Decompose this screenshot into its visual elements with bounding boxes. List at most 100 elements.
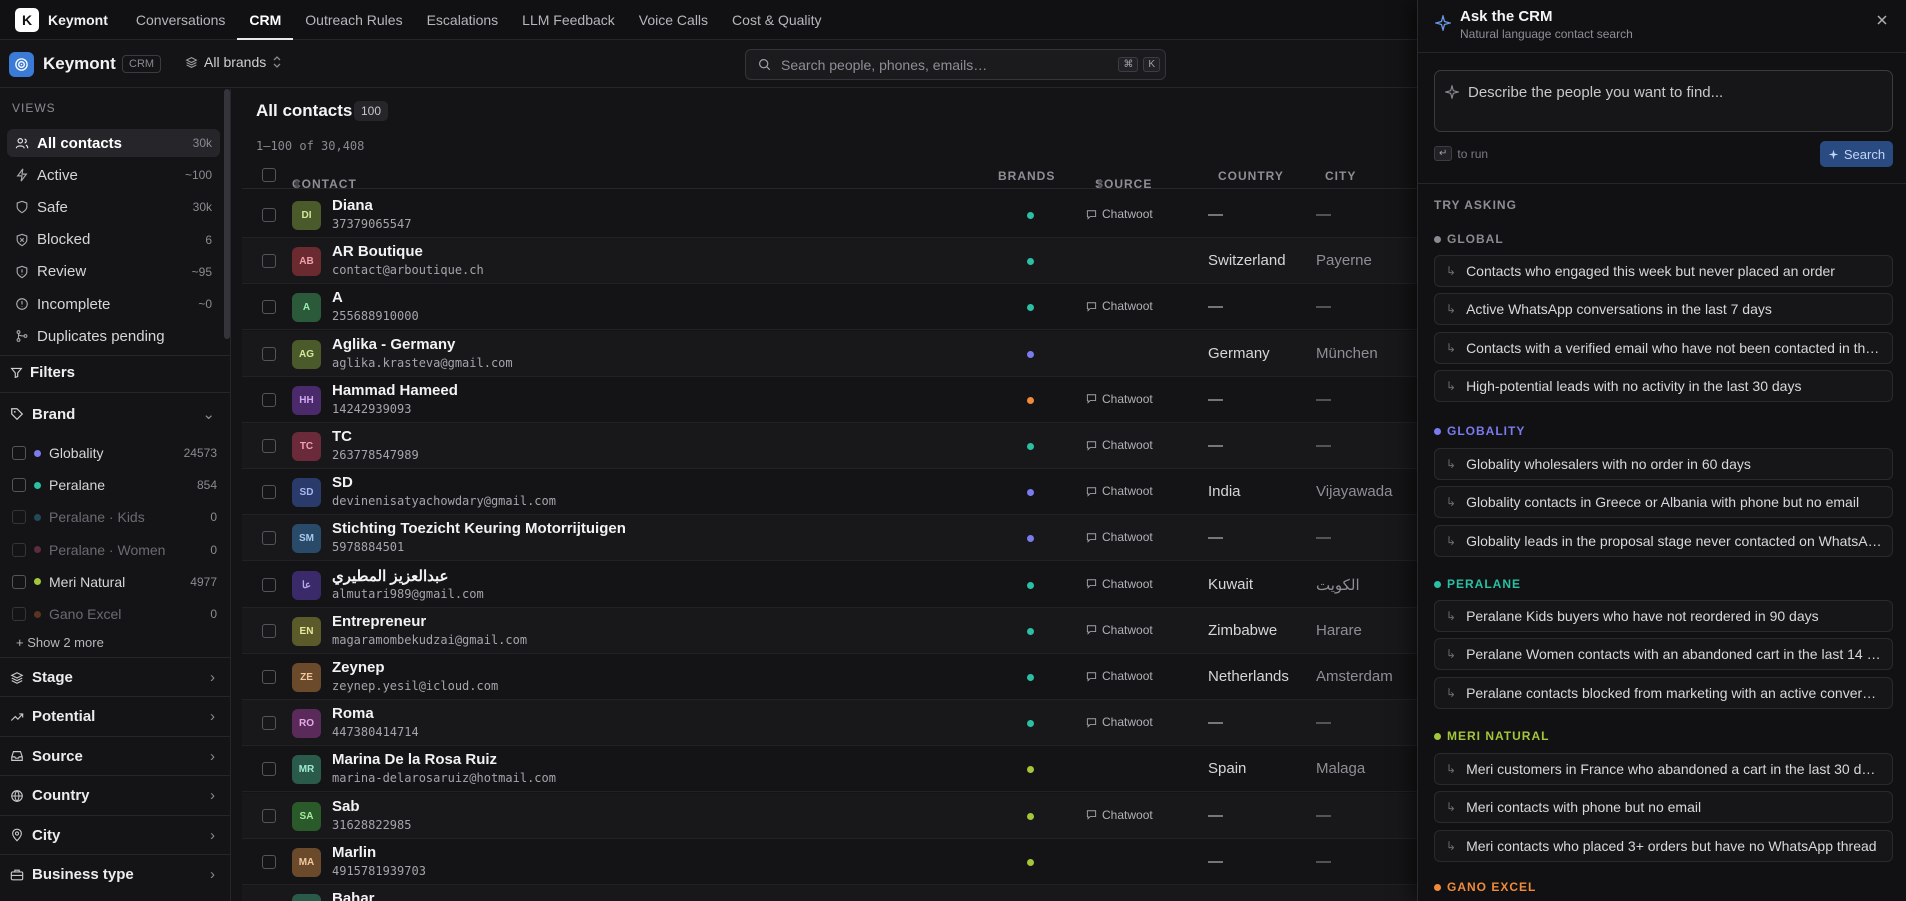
brand-checkbox[interactable] <box>12 574 26 589</box>
contact-name[interactable]: AR Boutique <box>332 243 423 260</box>
tab-llm-feedback[interactable]: LLM Feedback <box>510 0 627 40</box>
brand-filter-header[interactable]: Brand ⌄ <box>10 405 215 423</box>
row-checkbox[interactable] <box>262 208 276 222</box>
tab-escalations[interactable]: Escalations <box>415 0 511 40</box>
sidebar-item-all-contacts[interactable]: All contacts 30k <box>7 129 220 157</box>
global-search[interactable]: Search people, phones, emails… ⌘ K <box>745 49 1166 80</box>
contact-name[interactable]: Marlin <box>332 844 376 861</box>
sidebar-item-active[interactable]: Active ~100 <box>7 161 220 189</box>
contact-name[interactable]: TC <box>332 428 352 445</box>
contact-name[interactable]: Stichting Toezicht Keuring Motorrijtuige… <box>332 520 626 537</box>
contact-name[interactable]: Roma <box>332 705 374 722</box>
sidebar-scrollbar[interactable] <box>224 89 230 339</box>
show-more-button[interactable]: + Show 2 more <box>16 635 104 650</box>
table-row[interactable]: BA Bahar <box>242 885 1417 901</box>
contact-name[interactable]: Sab <box>332 798 360 815</box>
filters-header[interactable]: Filters <box>10 364 75 381</box>
close-icon[interactable] <box>1876 14 1888 26</box>
contact-name[interactable]: Bahar <box>332 890 375 901</box>
brand-checkbox[interactable] <box>12 446 26 460</box>
col-country[interactable]: COUNTRY <box>1218 169 1284 183</box>
sidebar-item-safe[interactable]: Safe 30k <box>7 193 220 221</box>
suggestion-item[interactable]: ↳ Contacts with a verified email who have… <box>1434 331 1893 364</box>
contact-name[interactable]: Zeynep <box>332 659 385 676</box>
row-checkbox[interactable] <box>262 577 276 592</box>
filter-stage[interactable]: Stage › <box>10 669 215 686</box>
table-row[interactable]: AG Aglika - Germany aglika.krasteva@gmail.… <box>242 330 1417 377</box>
contact-name[interactable]: عبدالعزيز المطيري <box>332 567 448 585</box>
suggestion-item[interactable]: ↳ Peralane Kids buyers who have not reord… <box>1434 600 1893 632</box>
ask-input[interactable]: Describe the people you want to find... <box>1434 70 1893 132</box>
brand-filter-item[interactable]: Globality 24573 <box>12 441 217 465</box>
row-checkbox[interactable] <box>262 623 276 638</box>
row-checkbox[interactable] <box>262 392 276 407</box>
suggestion-item[interactable]: ↳ Active WhatsApp conversations in the la… <box>1434 293 1893 326</box>
tab-crm[interactable]: CRM <box>237 0 294 40</box>
filter-country[interactable]: Country › <box>10 787 215 804</box>
brand-checkbox[interactable] <box>12 478 26 493</box>
tab-outreach-rules[interactable]: Outreach Rules <box>293 0 414 40</box>
app-brand[interactable]: Keymont <box>48 12 108 28</box>
contact-name[interactable]: Entrepreneur <box>332 613 426 630</box>
brand-filter-item[interactable]: Peralane · Kids 0 <box>12 505 217 529</box>
brand-checkbox[interactable] <box>12 607 26 621</box>
suggestion-item[interactable]: ↳ Contacts who engaged this week but neve… <box>1434 255 1893 287</box>
sidebar-item-review[interactable]: Review ~95 <box>7 258 220 286</box>
suggestion-item[interactable]: ↳ Globality contacts in Greece or Albania… <box>1434 486 1893 519</box>
sidebar-item-incomplete[interactable]: Incomplete ~0 <box>7 290 220 318</box>
brand-filter-item[interactable]: Meri Natural 4977 <box>12 570 217 594</box>
table-row[interactable]: RO Roma 447380414714 Chatwoot — — <box>242 700 1417 747</box>
tab-conversations[interactable]: Conversations <box>124 0 238 40</box>
suggestion-item[interactable]: ↳ Globality leads in the proposal stage n… <box>1434 524 1893 557</box>
contact-name[interactable]: A <box>332 289 343 306</box>
row-checkbox[interactable] <box>262 716 276 731</box>
table-row[interactable]: EN Entrepreneur magaramombekudzai@gmail.co… <box>242 607 1417 654</box>
row-checkbox[interactable] <box>262 854 276 869</box>
row-checkbox[interactable] <box>262 485 276 500</box>
contact-name[interactable]: Diana <box>332 197 373 214</box>
filter-city[interactable]: City › <box>10 827 215 844</box>
suggestion-item[interactable]: ↳ High-potential leads with no activity i… <box>1434 370 1893 403</box>
suggestion-item[interactable]: ↳ Peralane contacts blocked from marketin… <box>1434 676 1893 709</box>
row-checkbox[interactable] <box>262 254 276 269</box>
sidebar-item-blocked[interactable]: Blocked 6 <box>7 226 220 254</box>
table-row[interactable]: MR Marina De la Rosa Ruiz marina-delarosar… <box>242 746 1417 793</box>
tab-voice-calls[interactable]: Voice Calls <box>627 0 720 40</box>
row-checkbox[interactable] <box>262 762 276 777</box>
table-row[interactable]: TC TC 263778547989 Chatwoot — — <box>242 423 1417 469</box>
suggestion-item[interactable]: ↳ Peralane Women contacts with an abandon… <box>1434 638 1893 671</box>
table-row[interactable]: عا عبدالعزيز المطيري almutari989@gmail.com… <box>242 562 1417 608</box>
row-checkbox[interactable] <box>262 300 276 315</box>
col-city[interactable]: CITY <box>1325 169 1356 183</box>
ask-search-button[interactable]: Search <box>1820 141 1893 167</box>
select-all-checkbox[interactable] <box>262 168 276 182</box>
table-row[interactable]: ZE Zeynep zeynep.yesil@icloud.com Chatwoot N… <box>242 654 1417 700</box>
table-row[interactable]: MA Marlin 4915781939703 — — <box>242 839 1417 885</box>
suggestion-item[interactable]: ↳ Meri contacts who placed 3+ orders but … <box>1434 829 1893 862</box>
row-checkbox[interactable] <box>262 670 276 684</box>
table-row[interactable]: DI Diana 37379065547 Chatwoot — — <box>242 192 1417 238</box>
suggestion-item[interactable]: ↳ Globality wholesalers with no order in … <box>1434 448 1893 480</box>
keymont-logo[interactable]: K <box>15 7 39 32</box>
tab-cost-quality[interactable]: Cost & Quality <box>720 0 833 40</box>
brand-filter-item[interactable]: Peralane · Women 0 <box>12 538 217 562</box>
filter-business-type[interactable]: Business type › <box>10 866 215 883</box>
row-checkbox[interactable] <box>262 808 276 823</box>
contact-name[interactable]: SD <box>332 474 353 491</box>
table-row[interactable]: AB AR Boutique contact@arboutique.ch Switze… <box>242 238 1417 285</box>
filter-source[interactable]: Source › <box>10 748 215 765</box>
brand-selector[interactable]: All brands <box>185 54 282 70</box>
search-input[interactable]: Search people, phones, emails… <box>781 57 1118 73</box>
row-checkbox[interactable] <box>262 439 276 453</box>
contact-name[interactable]: Marina De la Rosa Ruiz <box>332 751 497 768</box>
brand-checkbox[interactable] <box>12 542 26 557</box>
table-row[interactable]: HH Hammad Hameed 14242939093 Chatwoot — — <box>242 377 1417 423</box>
table-row[interactable]: SM Stichting Toezicht Keuring Motorrijtui… <box>242 515 1417 562</box>
row-checkbox[interactable] <box>262 346 276 361</box>
brand-filter-item[interactable]: Gano Excel 0 <box>12 602 217 626</box>
table-row[interactable]: SD SD devinenisatyachowdary@gmail.com Chatw… <box>242 469 1417 516</box>
contact-name[interactable]: Aglika - Germany <box>332 336 455 353</box>
contact-name[interactable]: Hammad Hameed <box>332 382 458 399</box>
table-row[interactable]: A A 255688910000 Chatwoot — — <box>242 284 1417 331</box>
filter-potential[interactable]: Potential › <box>10 708 215 725</box>
